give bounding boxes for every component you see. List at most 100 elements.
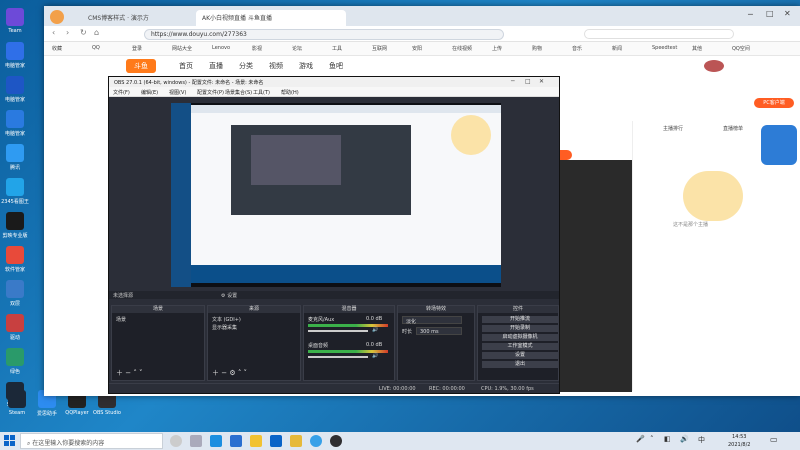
bookmark-item[interactable]: 收藏	[52, 45, 62, 52]
ie-icon[interactable]	[230, 435, 242, 447]
douyu-logo[interactable]: 斗鱼	[126, 59, 156, 73]
search-box[interactable]	[584, 29, 734, 39]
desktop-icon[interactable]: 电脑管家	[0, 110, 30, 137]
site-nav-item[interactable]: 视频	[269, 61, 283, 71]
bookmark-item[interactable]: 上传	[492, 45, 502, 52]
maximize-icon[interactable]: □	[766, 9, 774, 18]
bookmark-item[interactable]: 购物	[532, 45, 542, 52]
file-explorer-icon[interactable]	[250, 435, 262, 447]
start-streaming-button[interactable]: 开始推流	[482, 316, 558, 323]
list-tab[interactable]: 直播榜单	[723, 125, 743, 132]
desktop-icon[interactable]: 电脑管家	[0, 42, 30, 69]
speaker-icon[interactable]: 🔊	[372, 353, 378, 359]
obs-maximize-icon[interactable]: □	[525, 78, 531, 85]
studio-mode-button[interactable]: 工作室模式	[482, 343, 558, 350]
settings-label[interactable]: ⚙ 设置	[221, 292, 237, 299]
taskbar-search[interactable]: ⌕ 在这里输入你要搜索的内容	[20, 433, 163, 449]
bookmark-item[interactable]: Lenovo	[212, 45, 230, 51]
obs-menu-item[interactable]: 视图(V)	[169, 89, 186, 96]
settings-button[interactable]: 设置	[482, 352, 558, 359]
desktop-icon[interactable]: Steam	[2, 390, 32, 416]
bookmark-item[interactable]: 在线视频	[452, 45, 472, 52]
speaker-icon[interactable]: 🔊	[372, 327, 378, 333]
obs-preview[interactable]	[171, 103, 501, 287]
desktop-icon[interactable]: 软件管家	[0, 246, 30, 273]
url-bar[interactable]: https://www.douyu.com/277363	[144, 29, 504, 40]
desktop-icon[interactable]: 绿色	[0, 348, 30, 375]
start-recording-button[interactable]: 开始录制	[482, 325, 558, 332]
duration-input[interactable]: 300 ms	[416, 327, 462, 335]
bookmark-item[interactable]: 登录	[132, 45, 142, 52]
obs-minimize-icon[interactable]: ─	[511, 78, 515, 85]
user-avatar[interactable]	[704, 60, 724, 72]
pc-client-button[interactable]: PC客户端	[754, 98, 794, 108]
desktop-icon[interactable]: 2345看图王	[0, 178, 30, 205]
transition-select[interactable]: 淡化	[402, 316, 462, 325]
site-nav-item[interactable]: 直播	[209, 61, 223, 71]
desktop-icon[interactable]: Team	[0, 8, 30, 34]
site-nav-item[interactable]: 游戏	[299, 61, 313, 71]
bookmark-item[interactable]: 其他	[692, 45, 702, 52]
obs-taskbar-icon[interactable]	[330, 435, 342, 447]
browser-icon[interactable]	[310, 435, 322, 447]
bookmark-item[interactable]: 安阳	[412, 45, 422, 52]
source-item[interactable]: 显示器采集	[212, 324, 237, 331]
minimize-icon[interactable]: ─	[748, 10, 753, 19]
bookmark-item[interactable]: QQ	[92, 45, 100, 51]
bookmark-item[interactable]: 工具	[332, 45, 342, 52]
refresh-icon[interactable]: ↻	[80, 28, 87, 37]
obs-menu-item[interactable]: 帮助(H)	[281, 89, 299, 96]
cortana-icon[interactable]	[170, 435, 182, 447]
tray-arrow-icon[interactable]: ˄	[650, 435, 658, 447]
clock[interactable]: 14:53 2021/8/2	[728, 433, 750, 449]
bookmark-item[interactable]: Speedtest	[652, 45, 677, 51]
edge-icon[interactable]	[210, 435, 222, 447]
obs-menu-item[interactable]: 配置文件(P)	[197, 89, 224, 96]
site-nav-item[interactable]: 分类	[239, 61, 253, 71]
desktop-icon[interactable]: 双层	[0, 280, 30, 307]
obs-menu-item[interactable]: 编辑(E)	[141, 89, 158, 96]
source-item[interactable]: 文本 (GDI+)	[212, 316, 241, 323]
bookmark-item[interactable]: 网站大全	[172, 45, 192, 52]
source-controls[interactable]: ＋ − ⚙ ˄ ˅	[212, 368, 247, 378]
obs-menu-item[interactable]: 场景集合(S)	[225, 89, 252, 96]
store-icon[interactable]	[270, 435, 282, 447]
bookmark-item[interactable]: 论坛	[292, 45, 302, 52]
notification-icon[interactable]: ▭	[770, 435, 780, 447]
desktop-icon[interactable]: 驱动	[0, 314, 30, 341]
volume-slider[interactable]	[308, 330, 368, 332]
obs-menu-item[interactable]: 文件(F)	[113, 89, 130, 96]
desktop-icon[interactable]: 电脑管家	[0, 76, 30, 103]
site-nav-item[interactable]: 首页	[179, 61, 193, 71]
forward-icon[interactable]: ›	[66, 28, 69, 37]
folder-icon[interactable]	[290, 435, 302, 447]
tab-douyu[interactable]: AK小白视频直播 斗鱼直播	[196, 10, 346, 26]
desktop-icon[interactable]: 剪映专业版	[0, 212, 30, 239]
exit-button[interactable]: 退出	[482, 361, 558, 368]
bookmark-item[interactable]: 影视	[252, 45, 262, 52]
desktop-icon[interactable]: 腾讯	[0, 144, 30, 171]
task-view-icon[interactable]	[190, 435, 202, 447]
back-icon[interactable]: ‹	[52, 28, 55, 37]
obs-close-icon[interactable]: ✕	[539, 78, 544, 85]
virtual-camera-button[interactable]: 启动虚拟摄像机	[482, 334, 558, 341]
bookmark-item[interactable]: 新闻	[612, 45, 622, 52]
volume-slider[interactable]	[308, 356, 368, 358]
obs-menu-item[interactable]: 工具(T)	[253, 89, 270, 96]
rank-tab[interactable]: 主播排行	[663, 125, 683, 132]
volume-icon[interactable]: 🔊	[680, 435, 689, 447]
home-icon[interactable]: ⌂	[94, 28, 99, 37]
avatar[interactable]	[50, 10, 64, 24]
start-icon[interactable]	[4, 435, 16, 447]
scene-controls[interactable]: ＋ − ˄ ˅	[116, 368, 143, 378]
tab-cms[interactable]: CMS博客样式 · 演示方	[82, 10, 192, 26]
network-icon[interactable]: ◧	[664, 435, 672, 447]
close-icon[interactable]: ✕	[784, 9, 791, 18]
bookmark-item[interactable]: 互联网	[372, 45, 387, 52]
ime-icon[interactable]: 中	[698, 435, 708, 447]
bookmark-item[interactable]: 音乐	[572, 45, 582, 52]
scene-item[interactable]: 场景	[116, 316, 126, 323]
event-badge[interactable]	[761, 125, 797, 165]
site-nav-item[interactable]: 鱼吧	[329, 61, 343, 71]
bookmark-item[interactable]: QQ空间	[732, 45, 750, 52]
